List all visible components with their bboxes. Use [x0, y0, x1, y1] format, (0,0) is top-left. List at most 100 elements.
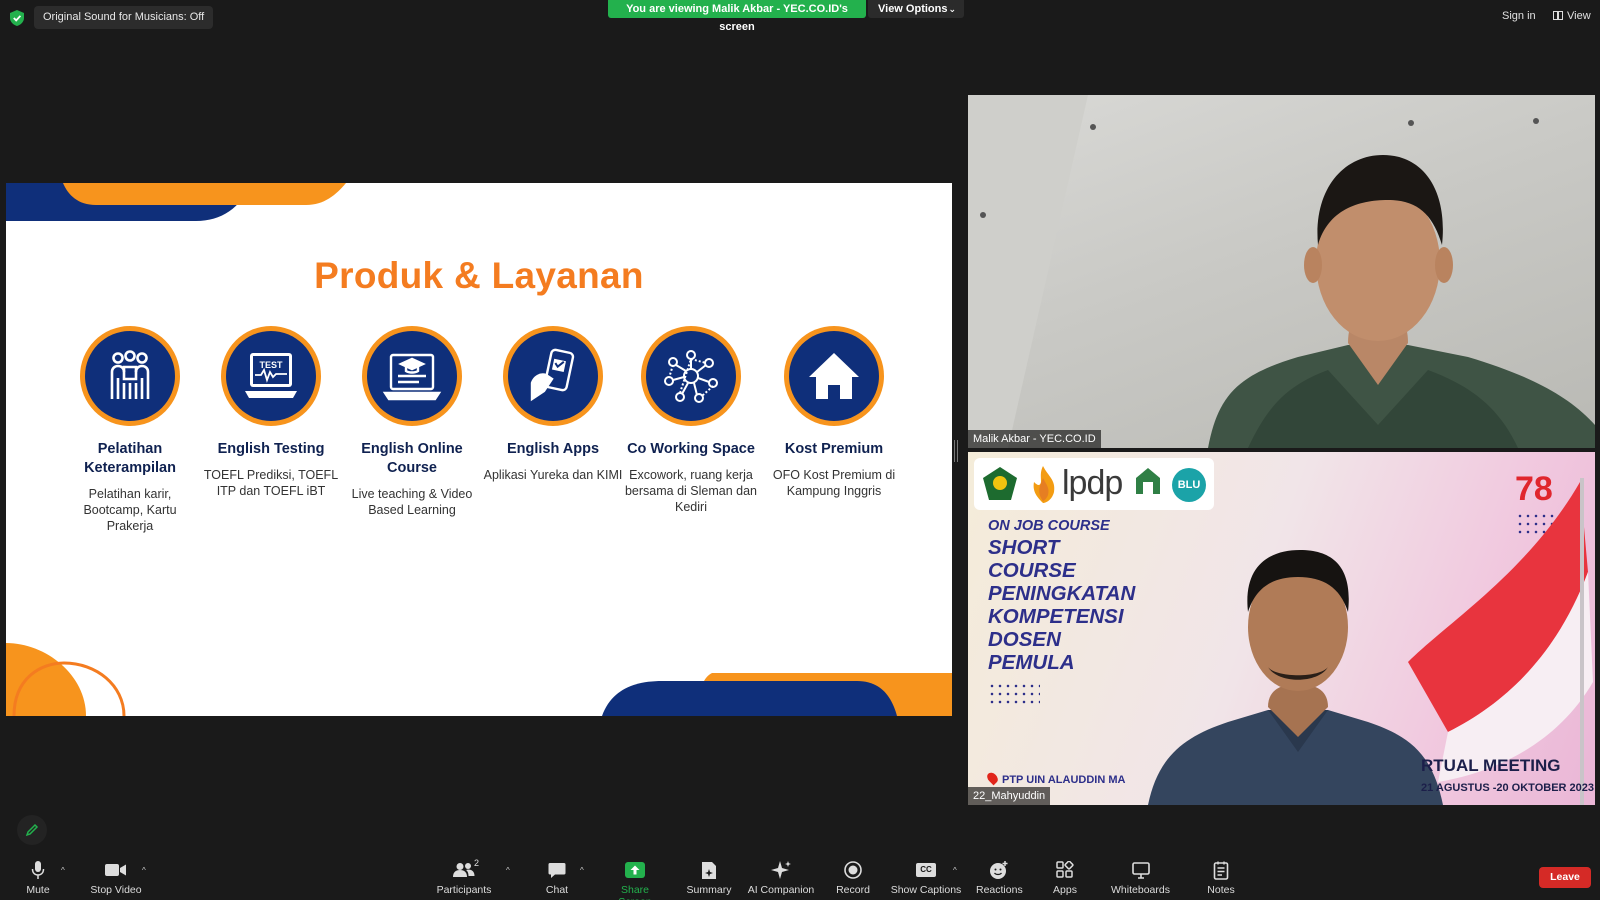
stop-video-button[interactable]: Stop Video [88, 860, 144, 896]
reactions-button[interactable]: Reactions [976, 860, 1023, 896]
product-item: Kost Premium OFO Kost Premium di Kampung… [764, 326, 904, 499]
annotate-button[interactable] [17, 815, 47, 845]
original-sound-toggle[interactable]: Original Sound for Musicians: Off [34, 6, 214, 29]
captions-options-caret[interactable]: ^ [953, 866, 957, 875]
shield-check-icon[interactable] [10, 10, 24, 26]
participant-video [968, 95, 1595, 448]
chevron-down-icon: ⌄ [948, 4, 956, 14]
view-button[interactable]: View [1553, 10, 1591, 22]
product-name: Co Working Space [627, 441, 755, 457]
notes-label: Notes [1207, 884, 1235, 896]
svg-text:TEST: TEST [259, 360, 283, 370]
slide-top-decoration [6, 183, 346, 221]
chat-options-caret[interactable]: ^ [580, 866, 584, 875]
product-name: Kost Premium [784, 441, 884, 457]
video-options-caret[interactable]: ^ [142, 866, 146, 875]
product-item: English Apps Aplikasi Yureka dan KIMI [483, 326, 623, 483]
panel-resize-handle[interactable] [954, 440, 958, 462]
chat-bubble-icon [548, 862, 566, 878]
participant-name-tag: 22_Mahyuddin [968, 787, 1051, 805]
slide-bottom-right-decoration [602, 673, 952, 716]
show-captions-button[interactable]: CC Show Captions [890, 860, 962, 896]
audio-options-caret[interactable]: ^ [61, 866, 65, 875]
product-description: Live teaching & Video Based Learning [351, 487, 473, 517]
summary-document-icon [702, 861, 716, 879]
product-description: Aplikasi Yureka dan KIMI [483, 468, 623, 482]
virtual-meeting-label: RTUAL MEETING [1421, 756, 1561, 775]
whiteboards-button[interactable]: Whiteboards [1111, 860, 1171, 896]
emoji-smile-icon [990, 860, 1008, 879]
viewing-screen-banner: You are viewing Malik Akbar - YEC.CO.ID'… [608, 0, 866, 33]
summary-button[interactable]: Summary [686, 860, 732, 896]
people-training-icon [110, 350, 150, 399]
product-description: TOEFL Prediksi, TOEFL ITP dan TOEFL iBT [203, 468, 339, 498]
leave-button[interactable]: Leave [1539, 867, 1591, 888]
participants-label: Participants [436, 884, 492, 896]
pencil-icon [25, 823, 39, 837]
network-people-icon [664, 350, 718, 403]
participants-options-caret[interactable]: ^ [506, 866, 510, 875]
share-screen-label: Share Screen [618, 884, 651, 900]
product-name: English Online Course [361, 441, 463, 476]
video-tile-malik-akbar[interactable]: Malik Akbar - YEC.CO.ID [968, 95, 1595, 448]
location-label: PTP UIN ALAUDDIN MA [985, 770, 1126, 786]
participant-name-tag: Malik Akbar - YEC.CO.ID [968, 430, 1101, 448]
apps-button[interactable]: Apps [1052, 860, 1078, 896]
notes-button[interactable]: Notes [1205, 860, 1237, 896]
layout-view-icon [1553, 11, 1563, 20]
product-item: Pelatihan Keterampilan Pelatihan karir, … [60, 326, 200, 534]
slide-bottom-left-decoration [6, 643, 126, 716]
ai-companion-label: AI Companion [747, 884, 815, 896]
share-screen-icon [625, 862, 645, 878]
test-monitor-icon: TEST [245, 353, 297, 398]
product-name: Pelatihan Keterampilan [84, 441, 176, 476]
view-options-button[interactable]: View Options ⌄ [868, 0, 964, 18]
closed-captions-icon: CC [916, 863, 936, 877]
apps-label: Apps [1053, 884, 1077, 896]
shared-screen-slide: Produk & Layanan Pelatihan Keterampilan … [6, 183, 952, 716]
participants-count: 2 [474, 858, 480, 868]
view-label: View [1567, 10, 1591, 22]
product-item: Co Working Space Excowork, ruang kerja b… [621, 326, 761, 515]
sign-in-link[interactable]: Sign in [1502, 10, 1536, 22]
reactions-label: Reactions [976, 884, 1023, 896]
location-pin-icon [985, 770, 1000, 786]
chat-button[interactable]: Chat [540, 860, 574, 896]
video-camera-icon [105, 864, 126, 876]
laptop-graduation-icon [382, 353, 442, 401]
product-description: OFO Kost Premium di Kampung Inggris [772, 468, 896, 498]
participants-icon [453, 863, 475, 877]
record-icon [844, 861, 862, 879]
phone-hand-icon [530, 348, 575, 402]
share-screen-button[interactable]: Share Screen [604, 860, 666, 900]
product-item: English Online Course Live teaching & Vi… [342, 326, 482, 518]
notes-icon [1213, 861, 1229, 880]
product-description: Pelatihan karir, Bootcamp, Kartu Prakerj… [83, 487, 177, 533]
chat-label: Chat [545, 884, 569, 896]
whiteboard-icon [1131, 861, 1150, 879]
mute-label: Mute [26, 884, 50, 896]
product-description: Excowork, ruang kerja bersama di Sleman … [624, 468, 758, 514]
view-options-label: View Options [878, 3, 948, 15]
whiteboards-label: Whiteboards [1111, 884, 1170, 896]
apps-grid-icon [1056, 861, 1074, 878]
mute-button[interactable]: Mute [18, 860, 58, 896]
slide-title: Produk & Layanan [314, 255, 644, 296]
sparkle-icon [771, 861, 791, 879]
stop-video-label: Stop Video [90, 884, 142, 896]
microphone-icon [31, 861, 45, 879]
product-name: English Apps [506, 441, 600, 457]
participant-video [1148, 550, 1443, 805]
participants-button[interactable]: 2 Participants [436, 858, 492, 896]
product-name: English Testing [217, 441, 325, 457]
record-button[interactable]: Record [834, 860, 872, 896]
video-tile-mahyuddin[interactable]: lpdp BLU 78 ON JOB COURSE SHORT COURSE P… [968, 452, 1595, 805]
location-text: PTP UIN ALAUDDIN MA [1002, 774, 1126, 786]
show-captions-label: Show Captions [890, 884, 962, 896]
product-item: TEST English Testing TOEFL Prediksi, TOE… [201, 326, 341, 499]
summary-label: Summary [686, 884, 732, 896]
ai-companion-button[interactable]: AI Companion [746, 860, 816, 896]
course-dates: 21 AGUSTUS -20 OKTOBER 2023 [1421, 782, 1595, 794]
record-label: Record [836, 884, 870, 896]
house-icon [809, 353, 859, 399]
